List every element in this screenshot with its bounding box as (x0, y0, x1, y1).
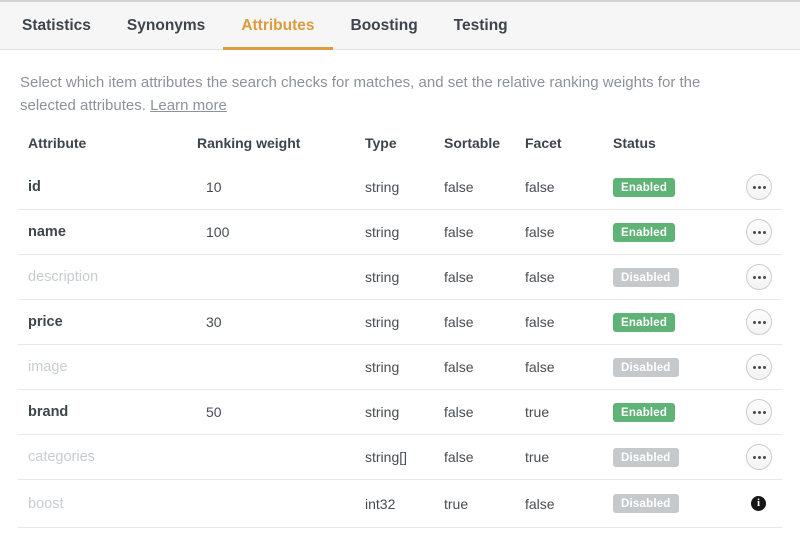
status-badge: Enabled (613, 403, 675, 422)
tab-bar: StatisticsSynonymsAttributesBoostingTest… (0, 0, 800, 50)
status-badge: Enabled (613, 223, 675, 242)
type-value: string (365, 314, 444, 330)
status-cell: Disabled (613, 358, 705, 377)
attribute-name: image (28, 359, 197, 375)
status-cell: Enabled (613, 223, 705, 242)
status-cell: Disabled (613, 268, 705, 287)
status-cell: Enabled (613, 403, 705, 422)
ranking-weight-value: 30 (197, 314, 365, 330)
type-value: string[] (365, 449, 444, 465)
tab-boosting[interactable]: Boosting (333, 2, 436, 49)
ranking-weight-value: 10 (197, 179, 365, 195)
header-attribute: Attribute (28, 135, 197, 151)
status-cell: Enabled (613, 313, 705, 332)
actions-cell: i (705, 174, 772, 200)
actions-cell: i (705, 264, 772, 290)
attributes-table: Attribute Ranking weight Type Sortable F… (18, 121, 782, 528)
actions-cell: i (705, 496, 772, 511)
ranking-weight-value: 100 (197, 224, 365, 240)
attribute-name: id (28, 179, 197, 195)
table-row: name 100 string false false Enabled i (18, 210, 782, 255)
table-row: price 30 string false false Enabled i (18, 300, 782, 345)
tab-synonyms[interactable]: Synonyms (109, 2, 223, 49)
ranking-weight-value: 50 (197, 404, 365, 420)
sortable-value: false (444, 404, 525, 420)
type-value: string (365, 404, 444, 420)
actions-cell: i (705, 219, 772, 245)
facet-value: false (525, 269, 613, 285)
facet-value: false (525, 496, 613, 512)
sortable-value: false (444, 314, 525, 330)
facet-value: false (525, 314, 613, 330)
table-row: categories string[] false true Disabled … (18, 435, 782, 480)
type-value: string (365, 224, 444, 240)
actions-cell: i (705, 354, 772, 380)
table-row: brand 50 string false true Enabled i (18, 390, 782, 435)
sortable-value: true (444, 496, 525, 512)
tab-attributes[interactable]: Attributes (223, 2, 332, 49)
tab-testing[interactable]: Testing (436, 2, 526, 49)
table-row: image string false false Disabled i (18, 345, 782, 390)
sortable-value: false (444, 179, 525, 195)
row-menu-button[interactable] (746, 399, 772, 425)
row-menu-button[interactable] (746, 354, 772, 380)
header-sortable: Sortable (444, 135, 525, 151)
status-badge: Enabled (613, 178, 675, 197)
status-badge: Disabled (613, 358, 679, 377)
info-icon[interactable]: i (751, 496, 766, 511)
sortable-value: false (444, 269, 525, 285)
status-cell: Disabled (613, 448, 705, 467)
table-row: description string false false Disabled … (18, 255, 782, 300)
facet-value: false (525, 359, 613, 375)
type-value: int32 (365, 496, 444, 512)
table-row: id 10 string false false Enabled i (18, 165, 782, 210)
table-header-row: Attribute Ranking weight Type Sortable F… (18, 121, 782, 165)
header-ranking-weight: Ranking weight (197, 135, 365, 151)
facet-value: false (525, 179, 613, 195)
header-facet: Facet (525, 135, 613, 151)
attribute-name: boost (28, 496, 197, 512)
row-menu-button[interactable] (746, 219, 772, 245)
row-menu-button[interactable] (746, 264, 772, 290)
attribute-name: name (28, 224, 197, 240)
tab-statistics[interactable]: Statistics (4, 2, 109, 49)
attribute-name: categories (28, 449, 197, 465)
row-menu-button[interactable] (746, 309, 772, 335)
actions-cell: i (705, 399, 772, 425)
status-badge: Disabled (613, 448, 679, 467)
sortable-value: false (444, 449, 525, 465)
attribute-name: brand (28, 404, 197, 420)
type-value: string (365, 359, 444, 375)
attribute-name: price (28, 314, 197, 330)
actions-cell: i (705, 444, 772, 470)
learn-more-link[interactable]: Learn more (150, 97, 227, 114)
row-menu-button[interactable] (746, 174, 772, 200)
table-row: boost int32 true false Disabled i (18, 480, 782, 528)
sortable-value: false (444, 224, 525, 240)
status-badge: Disabled (613, 268, 679, 287)
facet-value: false (525, 224, 613, 240)
status-badge: Enabled (613, 313, 675, 332)
facet-value: true (525, 449, 613, 465)
sortable-value: false (444, 359, 525, 375)
description-body: Select which item attributes the search … (20, 74, 700, 114)
status-cell: Disabled (613, 494, 705, 513)
header-type: Type (365, 135, 444, 151)
description-text: Select which item attributes the search … (20, 71, 750, 117)
type-value: string (365, 269, 444, 285)
type-value: string (365, 179, 444, 195)
row-menu-button[interactable] (746, 444, 772, 470)
status-badge: Disabled (613, 494, 679, 513)
attribute-name: description (28, 269, 197, 285)
status-cell: Enabled (613, 178, 705, 197)
header-status: Status (613, 135, 705, 151)
facet-value: true (525, 404, 613, 420)
actions-cell: i (705, 309, 772, 335)
